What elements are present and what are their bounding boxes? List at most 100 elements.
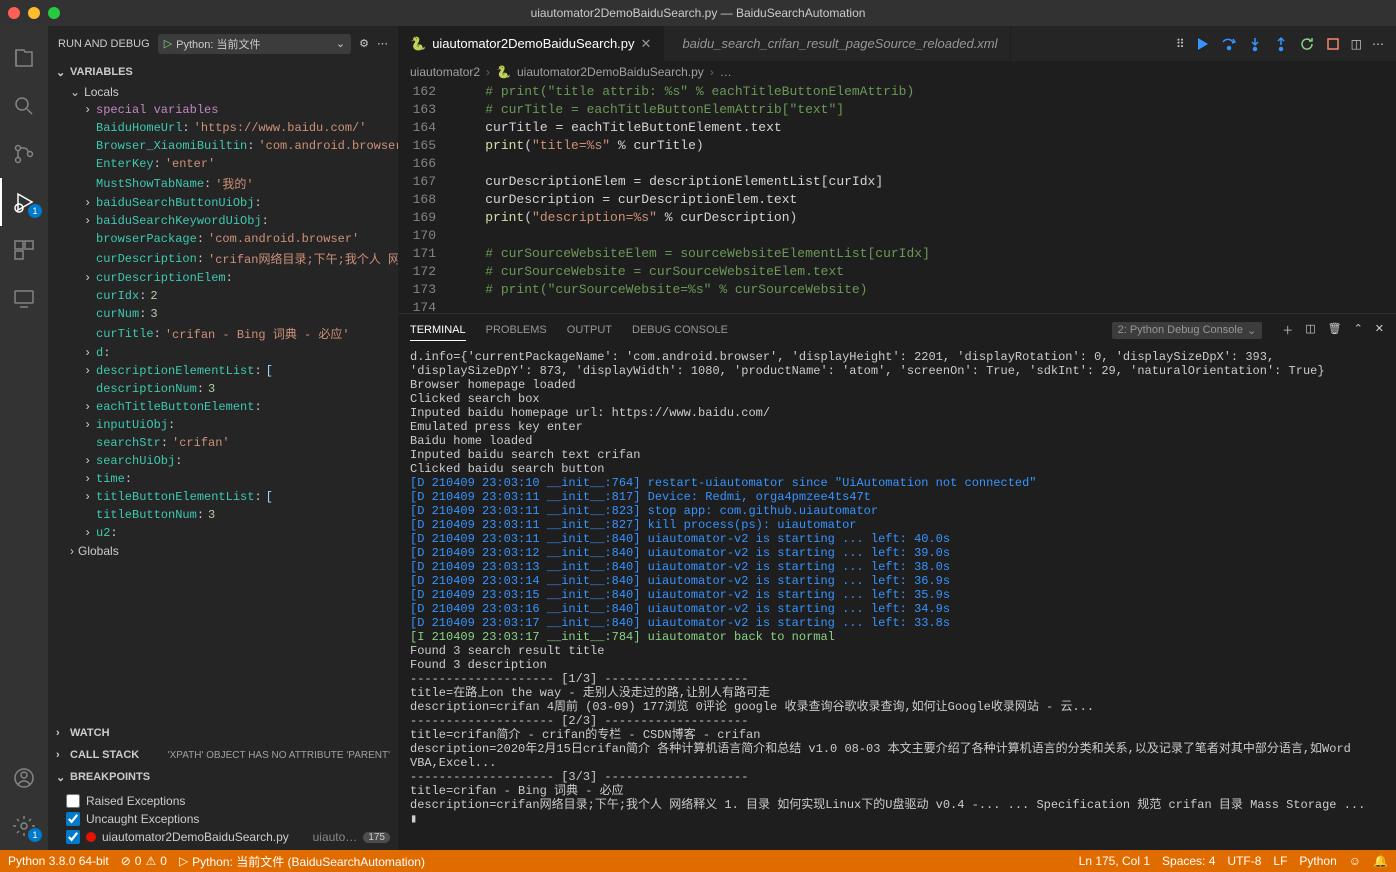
stop-button[interactable] <box>1325 36 1341 52</box>
variable-row[interactable]: MustShowTabName:'我的' <box>54 173 398 194</box>
continue-button[interactable] <box>1195 36 1211 52</box>
window-controls <box>8 7 60 19</box>
chevron-down-icon[interactable]: ⌄ <box>336 37 345 50</box>
variable-row[interactable]: browserPackage:'com.android.browser' <box>54 230 398 248</box>
tab-output[interactable]: OUTPUT <box>567 320 612 340</box>
variable-row[interactable]: EnterKey:'enter' <box>54 155 398 173</box>
zoom-window[interactable] <box>48 7 60 19</box>
debug-config-picker[interactable]: ▷ Python: 当前文件 ⌄ <box>158 34 351 54</box>
variable-row[interactable]: curIdx:2 <box>54 287 398 305</box>
bp-checkbox[interactable] <box>66 812 80 826</box>
variable-row[interactable]: searchStr:'crifan' <box>54 434 398 452</box>
status-notifications-icon[interactable]: 🔔 <box>1373 854 1388 868</box>
bp-file[interactable]: uiautomator2DemoBaiduSearch.py uiauto… 1… <box>66 828 390 846</box>
terminal-picker[interactable]: 2: Python Debug Console ⌄ <box>1112 322 1263 339</box>
variable-row[interactable]: ›baiduSearchKeywordUiObj: <box>54 212 398 230</box>
bp-checkbox[interactable] <box>66 794 80 808</box>
restart-button[interactable] <box>1299 36 1315 52</box>
scope-locals[interactable]: ⌄ Locals <box>54 83 398 101</box>
explorer-icon[interactable] <box>0 34 48 82</box>
variable-row[interactable]: curDescription:'crifan网络目录;下午;我个人 网络释… <box>54 248 398 269</box>
variable-row[interactable]: BaiduHomeUrl:'https://www.baidu.com/' <box>54 119 398 137</box>
status-encoding[interactable]: UTF-8 <box>1227 854 1261 868</box>
window-title: uiautomator2DemoBaiduSearch.py — BaiduSe… <box>0 6 1396 20</box>
variable-row[interactable]: ›u2: <box>54 524 398 542</box>
close-tab-icon[interactable]: ✕ <box>641 36 652 52</box>
more-icon[interactable]: ⋯ <box>377 37 388 50</box>
variable-row[interactable]: curTitle:'crifan - Bing 词典 - 必应' <box>54 323 398 344</box>
status-debug-config[interactable]: ▷ Python: 当前文件 (BaiduSearchAutomation) <box>179 853 425 870</box>
variable-row[interactable]: ›time: <box>54 470 398 488</box>
variable-row[interactable]: descriptionNum:3 <box>54 380 398 398</box>
activity-bar: 1 1 <box>0 26 48 850</box>
search-icon[interactable] <box>0 82 48 130</box>
variable-row[interactable]: curNum:3 <box>54 305 398 323</box>
step-into-button[interactable] <box>1247 36 1263 52</box>
variable-row[interactable]: ›eachTitleButtonElement: <box>54 398 398 416</box>
editor-tab[interactable]: 🐍uiautomator2DemoBaiduSearch.py✕ <box>398 26 664 61</box>
section-breakpoints[interactable]: ⌄ BREAKPOINTS <box>48 766 398 788</box>
status-problems[interactable]: ⊘0 ⚠0 <box>121 854 167 868</box>
tab-problems[interactable]: PROBLEMS <box>486 320 547 340</box>
variable-row[interactable]: ›descriptionElementList:[ <box>54 362 398 380</box>
breadcrumb-item[interactable]: … <box>720 65 732 79</box>
source-control-icon[interactable] <box>0 130 48 178</box>
variable-row[interactable]: ›baiduSearchButtonUiObj: <box>54 194 398 212</box>
split-terminal-icon[interactable]: ◫ <box>1305 322 1315 338</box>
kill-terminal-icon[interactable]: 🗑 <box>1328 322 1342 338</box>
variable-row[interactable]: ›d: <box>54 344 398 362</box>
status-cursor-position[interactable]: Ln 175, Col 1 <box>1079 854 1150 868</box>
close-window[interactable] <box>8 7 20 19</box>
code-editor[interactable]: 1621631641651661671681691701711721731741… <box>398 83 1396 313</box>
status-bar: Python 3.8.0 64-bit ⊘0 ⚠0 ▷ Python: 当前文件… <box>0 850 1396 872</box>
variable-row[interactable]: ›searchUiObj: <box>54 452 398 470</box>
variable-row[interactable]: titleButtonNum:3 <box>54 506 398 524</box>
split-editor-icon[interactable]: ◫ <box>1351 37 1362 51</box>
new-terminal-icon[interactable]: ＋ <box>1282 322 1293 338</box>
breadcrumbs[interactable]: uiautomator2 › 🐍 uiautomator2DemoBaiduSe… <box>398 61 1396 83</box>
breadcrumb-item[interactable]: uiautomator2DemoBaiduSearch.py <box>517 65 704 79</box>
variable-row[interactable]: ›special variables <box>54 101 398 119</box>
section-call-stack[interactable]: › CALL STACK 'XPATH' OBJECT HAS NO ATTRI… <box>48 744 398 766</box>
run-debug-icon[interactable]: 1 <box>0 178 48 226</box>
minimize-window[interactable] <box>28 7 40 19</box>
step-out-button[interactable] <box>1273 36 1289 52</box>
chevron-down-icon: ⌄ <box>56 66 66 79</box>
status-language[interactable]: Python <box>1299 854 1336 868</box>
breadcrumb-item[interactable]: uiautomator2 <box>410 65 480 79</box>
variable-row[interactable]: Browser_XiaomiBuiltin:'com.android.brows… <box>54 137 398 155</box>
panel-tabs: TERMINAL PROBLEMS OUTPUT DEBUG CONSOLE 2… <box>398 314 1396 346</box>
variable-row[interactable]: ›inputUiObj: <box>54 416 398 434</box>
status-feedback-icon[interactable]: ☺ <box>1349 854 1361 868</box>
editor-area: 🐍uiautomator2DemoBaiduSearch.py✕baidu_se… <box>398 26 1396 850</box>
bp-checkbox[interactable] <box>66 830 80 844</box>
section-watch[interactable]: › WATCH <box>48 722 398 744</box>
tab-debug-console[interactable]: DEBUG CONSOLE <box>632 320 728 340</box>
accounts-icon[interactable] <box>0 754 48 802</box>
maximize-panel-icon[interactable]: ⌃ <box>1354 322 1363 338</box>
more-actions-icon[interactable]: ⋯ <box>1372 37 1384 51</box>
bp-uncaught-exceptions[interactable]: Uncaught Exceptions <box>66 810 390 828</box>
debug-badge: 1 <box>28 204 42 218</box>
tab-terminal[interactable]: TERMINAL <box>410 320 466 341</box>
status-python-version[interactable]: Python 3.8.0 64-bit <box>8 854 109 868</box>
scope-globals[interactable]: › Globals <box>54 542 398 560</box>
settings-badge: 1 <box>28 828 42 842</box>
editor-tab[interactable]: baidu_search_crifan_result_pageSource_re… <box>664 26 1010 61</box>
variable-row[interactable]: ›titleButtonElementList:[ <box>54 488 398 506</box>
step-over-button[interactable] <box>1221 36 1237 52</box>
remote-icon[interactable] <box>0 274 48 322</box>
close-panel-icon[interactable]: ✕ <box>1375 322 1384 338</box>
status-eol[interactable]: LF <box>1273 854 1287 868</box>
breakpoint-dot-icon <box>86 832 96 842</box>
bp-raised-exceptions[interactable]: Raised Exceptions <box>66 792 390 810</box>
gear-icon[interactable]: ⚙ <box>359 37 369 50</box>
settings-gear-icon[interactable]: 1 <box>0 802 48 850</box>
drag-handle-icon[interactable]: ⠿ <box>1176 37 1185 51</box>
extensions-icon[interactable] <box>0 226 48 274</box>
start-debug-icon[interactable]: ▷ <box>164 37 172 50</box>
status-indentation[interactable]: Spaces: 4 <box>1162 854 1215 868</box>
section-variables[interactable]: ⌄ VARIABLES <box>48 61 398 83</box>
terminal-output[interactable]: d.info={'currentPackageName': 'com.andro… <box>398 346 1396 850</box>
variable-row[interactable]: ›curDescriptionElem: <box>54 269 398 287</box>
